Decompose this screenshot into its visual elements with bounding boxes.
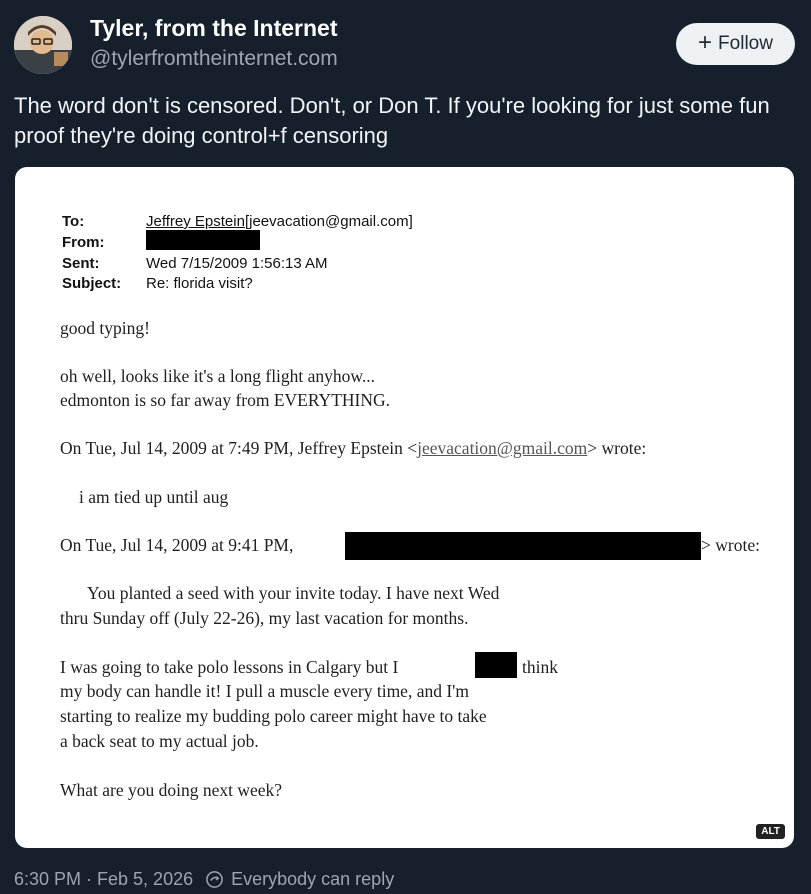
email-line: edmonton is so far away from EVERYTHING. [60, 390, 391, 410]
redaction-from [146, 230, 260, 250]
avatar[interactable] [14, 16, 72, 74]
post-text: The word don't is censored. Don't, or Do… [14, 93, 770, 148]
follow-label: Follow [718, 33, 773, 54]
quote-header-2: On Tue, Jul 14, 2009 at 9:41 PM, [60, 535, 294, 555]
reply-settings-icon [206, 871, 223, 888]
email-sent-label: Sent: [62, 255, 100, 272]
email-line: good typing! [60, 318, 150, 338]
email-subject-value: Re: florida visit? [146, 275, 253, 292]
email-line: You planted a seed with your invite toda… [87, 583, 500, 603]
redaction-sender [345, 532, 701, 560]
email-subject-label: Subject: [62, 275, 122, 292]
quote-body-1: i am tied up until aug [79, 487, 229, 507]
reply-setting: Everybody can reply [231, 869, 395, 889]
email-line: What are you doing next week? [60, 780, 283, 800]
author-handle[interactable]: @tylerfromtheinternet.com [90, 47, 338, 71]
author-name[interactable]: Tyler, from the Internet [90, 15, 338, 42]
email-sent-value: Wed 7/15/2009 1:56:13 AM [146, 255, 328, 272]
quote-header-1: On Tue, Jul 14, 2009 at 7:49 PM, Jeffrey… [60, 438, 647, 458]
email-to-name: Jeffrey Epstein [146, 213, 245, 230]
email-to-value: Jeffrey Epstein[jeevacation@gmail.com] [146, 213, 413, 230]
email-to-address: [jeevacation@gmail.com] [244, 213, 413, 230]
email-line: thru Sunday off (July 22-26), my last va… [60, 608, 469, 628]
timestamp[interactable]: 6:30 PM · Feb 5, 2026 [14, 869, 193, 890]
post-footer: 6:30 PM · Feb 5, 2026 Everybody can repl… [14, 869, 394, 890]
alt-badge[interactable]: ALT [755, 823, 786, 840]
email-line: my body can handle it! I pull a muscle e… [60, 681, 469, 701]
post-image[interactable]: To: Jeffrey Epstein[jeevacation@gmail.co… [15, 167, 794, 848]
email-line: starting to realize my budding polo care… [60, 706, 487, 726]
email-line: think [522, 657, 558, 677]
email-to-label: To: [62, 213, 85, 230]
email-line: I was going to take polo lessons in Calg… [60, 657, 399, 677]
email-from-label: From: [62, 234, 105, 251]
email-line: oh well, looks like it's a long flight a… [60, 366, 376, 386]
plus-icon: + [698, 29, 713, 56]
email-link: jeevacation@gmail.com [417, 438, 588, 458]
follow-button[interactable]: + Follow [676, 23, 795, 65]
redaction-word [475, 652, 517, 678]
email-line: a back seat to my actual job. [60, 731, 259, 751]
quote-header-2-suffix: > wrote: [701, 535, 760, 555]
avatar-image [14, 16, 72, 74]
